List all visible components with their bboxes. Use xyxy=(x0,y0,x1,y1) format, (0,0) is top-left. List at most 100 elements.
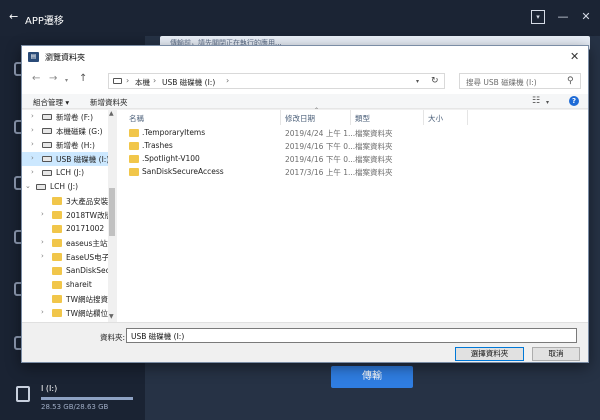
chevron-right-icon[interactable]: › xyxy=(41,252,44,260)
folder-icon xyxy=(52,253,62,261)
file-date: 2019/4/24 上午 1... xyxy=(285,129,356,138)
minimize-icon[interactable]: — xyxy=(556,10,570,24)
scrollbar-thumb[interactable] xyxy=(109,188,115,236)
column-name[interactable]: 名稱 xyxy=(129,113,144,124)
folder-icon xyxy=(129,155,139,163)
tree-item-label: LCH (J:) xyxy=(56,168,85,177)
column-divider[interactable] xyxy=(423,110,424,125)
file-type: 檔案資料夾 xyxy=(355,155,393,164)
chevron-right-icon[interactable]: › xyxy=(41,210,44,218)
recent-locations-dropdown[interactable]: ▾ xyxy=(65,77,68,84)
chevron-right-icon[interactable]: › xyxy=(31,112,34,120)
folder-icon xyxy=(52,309,62,317)
file-date: 2019/4/16 下午 0... xyxy=(285,142,356,151)
breadcrumb-separator[interactable]: › xyxy=(126,76,129,85)
forward-arrow-icon[interactable]: → xyxy=(49,73,57,84)
app-title: APP遷移 xyxy=(25,16,64,27)
chevron-down-icon[interactable]: ▾ xyxy=(546,99,549,106)
transfer-button[interactable]: 傳輸 xyxy=(331,366,413,388)
tree-item[interactable]: 3大產品安裝量 xyxy=(22,194,115,208)
column-size[interactable]: 大小 xyxy=(428,113,443,124)
file-name: .Spotlight-V100 xyxy=(142,154,200,163)
file-type: 檔案資料夾 xyxy=(355,142,393,151)
folder-tree[interactable]: › 新增卷 (F:) › 本機磁碟 (G:) › 新增卷 (H:) › USB 磁碟機 (I:… xyxy=(22,110,116,322)
select-folder-button[interactable]: 選擇資料夾 xyxy=(455,347,524,361)
tree-item[interactable]: › 新增卷 (F:) xyxy=(22,110,108,124)
file-row[interactable]: .Spotlight-V100 2019/4/16 下午 0... 檔案資料夾 xyxy=(117,153,588,165)
breadcrumb-separator[interactable]: › xyxy=(226,76,229,85)
back-arrow-icon[interactable]: ← xyxy=(32,73,40,84)
scroll-down-icon[interactable]: ▼ xyxy=(109,313,114,320)
tree-item[interactable]: › 新增卷 (H:) xyxy=(22,138,108,152)
folder-field[interactable]: USB 磁碟機 (I:) xyxy=(126,328,577,343)
tree-item[interactable]: › 2018TW改版 xyxy=(22,208,112,222)
tree-item[interactable]: TW網站搜資料 xyxy=(22,292,115,306)
folder-icon xyxy=(52,267,62,275)
file-row[interactable]: .Trashes 2019/4/16 下午 0... 檔案資料夾 xyxy=(117,140,588,152)
help-icon[interactable]: ? xyxy=(569,96,579,106)
chevron-down-icon[interactable]: ▾ xyxy=(416,78,419,85)
address-bar[interactable]: › 本機 › USB 磁碟機 (I:) › ▾ ↻ xyxy=(108,73,445,89)
tree-item[interactable]: › EaseUS电子邮 xyxy=(22,250,115,264)
dialog-toolbar: 組合管理 ▾ 新增資料夾 ☷ ▾ ? xyxy=(22,94,588,109)
column-divider[interactable] xyxy=(467,110,468,125)
drive-icon xyxy=(36,184,46,190)
column-type[interactable]: 類型 xyxy=(355,113,370,124)
new-folder-button[interactable]: 新增資料夾 xyxy=(90,97,128,108)
breadcrumb-separator[interactable]: › xyxy=(153,76,156,85)
chevron-right-icon[interactable]: › xyxy=(41,238,44,246)
refresh-icon[interactable]: ↻ xyxy=(431,76,439,86)
breadcrumb-this-pc[interactable]: 本機 xyxy=(135,77,150,88)
back-arrow-icon[interactable]: ← xyxy=(9,10,18,23)
file-row[interactable]: .TemporaryItems 2019/4/24 上午 1... 檔案資料夾 xyxy=(117,127,588,139)
drive-size: 28.53 GB/28.63 GB xyxy=(41,403,109,411)
cancel-button[interactable]: 取消 xyxy=(532,347,580,361)
view-options-icon[interactable]: ☷ xyxy=(532,96,540,106)
folder-icon xyxy=(52,211,62,219)
folder-icon xyxy=(52,281,62,289)
breadcrumb-usb-drive[interactable]: USB 磁碟機 (I:) xyxy=(162,77,215,88)
chevron-right-icon[interactable]: › xyxy=(31,126,34,134)
chevron-right-icon[interactable]: › xyxy=(31,154,34,162)
tree-item[interactable]: SanDiskSecureA xyxy=(22,264,115,278)
chevron-right-icon[interactable]: › xyxy=(31,140,34,148)
folder-label: 資料夾: xyxy=(100,333,126,342)
tree-item-label: 新增卷 (H:) xyxy=(56,141,95,150)
column-divider[interactable] xyxy=(350,110,351,125)
file-name: .TemporaryItems xyxy=(142,128,206,137)
chevron-down-icon[interactable]: ⌄ xyxy=(25,182,31,190)
folder-icon xyxy=(129,168,139,176)
column-divider[interactable] xyxy=(280,110,281,125)
scroll-up-icon[interactable]: ▲ xyxy=(109,110,114,117)
tree-item[interactable]: ›TW網站欄位文章 xyxy=(22,306,115,320)
tree-scrollbar[interactable]: ▲ ▼ xyxy=(108,110,116,322)
tree-item[interactable]: 20171002 xyxy=(22,222,108,236)
tree-item[interactable]: ⌄ LCH (J:) xyxy=(22,180,108,194)
tree-item[interactable]: ›easeus主站文章 xyxy=(22,236,115,250)
chevron-right-icon[interactable]: › xyxy=(31,168,34,176)
menu-icon[interactable]: ▾ xyxy=(531,10,545,24)
up-arrow-icon[interactable]: ↑ xyxy=(79,73,87,84)
organize-button[interactable]: 組合管理 ▾ xyxy=(33,97,69,108)
tree-item[interactable]: › USB 磁碟機 (I:) xyxy=(22,152,109,166)
tree-item[interactable]: shareit xyxy=(22,278,108,292)
tree-item-label: 新增卷 (F:) xyxy=(56,113,93,122)
dialog-footer: 資料夾: USB 磁碟機 (I:) 選擇資料夾 取消 xyxy=(22,322,588,362)
close-icon[interactable]: ✕ xyxy=(570,50,579,63)
file-type: 檔案資料夾 xyxy=(355,168,393,177)
search-placeholder: 搜尋 USB 磁碟機 (I:) xyxy=(466,78,537,87)
folder-icon xyxy=(52,197,62,205)
file-row[interactable]: SanDiskSecureAccess 2017/3/16 上午 1... 檔案資料… xyxy=(117,166,588,178)
browse-folder-dialog: ▤ 瀏覽資料夾 ✕ ← → ▾ ↑ › 本機 › USB 磁碟機 (I:) › … xyxy=(21,45,589,363)
tree-item-label: LCH (J:) xyxy=(50,182,79,191)
file-date: 2019/4/16 下午 0... xyxy=(285,155,356,164)
close-icon[interactable]: ✕ xyxy=(579,10,593,24)
column-date[interactable]: 修改日期 xyxy=(285,113,315,124)
tree-item[interactable]: › LCH (J:) xyxy=(22,166,108,180)
chevron-right-icon[interactable]: › xyxy=(41,308,44,316)
tree-item[interactable]: › 本機磁碟 (G:) xyxy=(22,124,108,138)
search-input[interactable]: 搜尋 USB 磁碟機 (I:) ⚲ xyxy=(459,73,581,89)
search-icon: ⚲ xyxy=(567,76,574,86)
file-list[interactable]: 名稱 ⌃ 修改日期 類型 大小 .TemporaryItems 2019/4/24… xyxy=(117,107,588,322)
folder-icon xyxy=(129,142,139,150)
